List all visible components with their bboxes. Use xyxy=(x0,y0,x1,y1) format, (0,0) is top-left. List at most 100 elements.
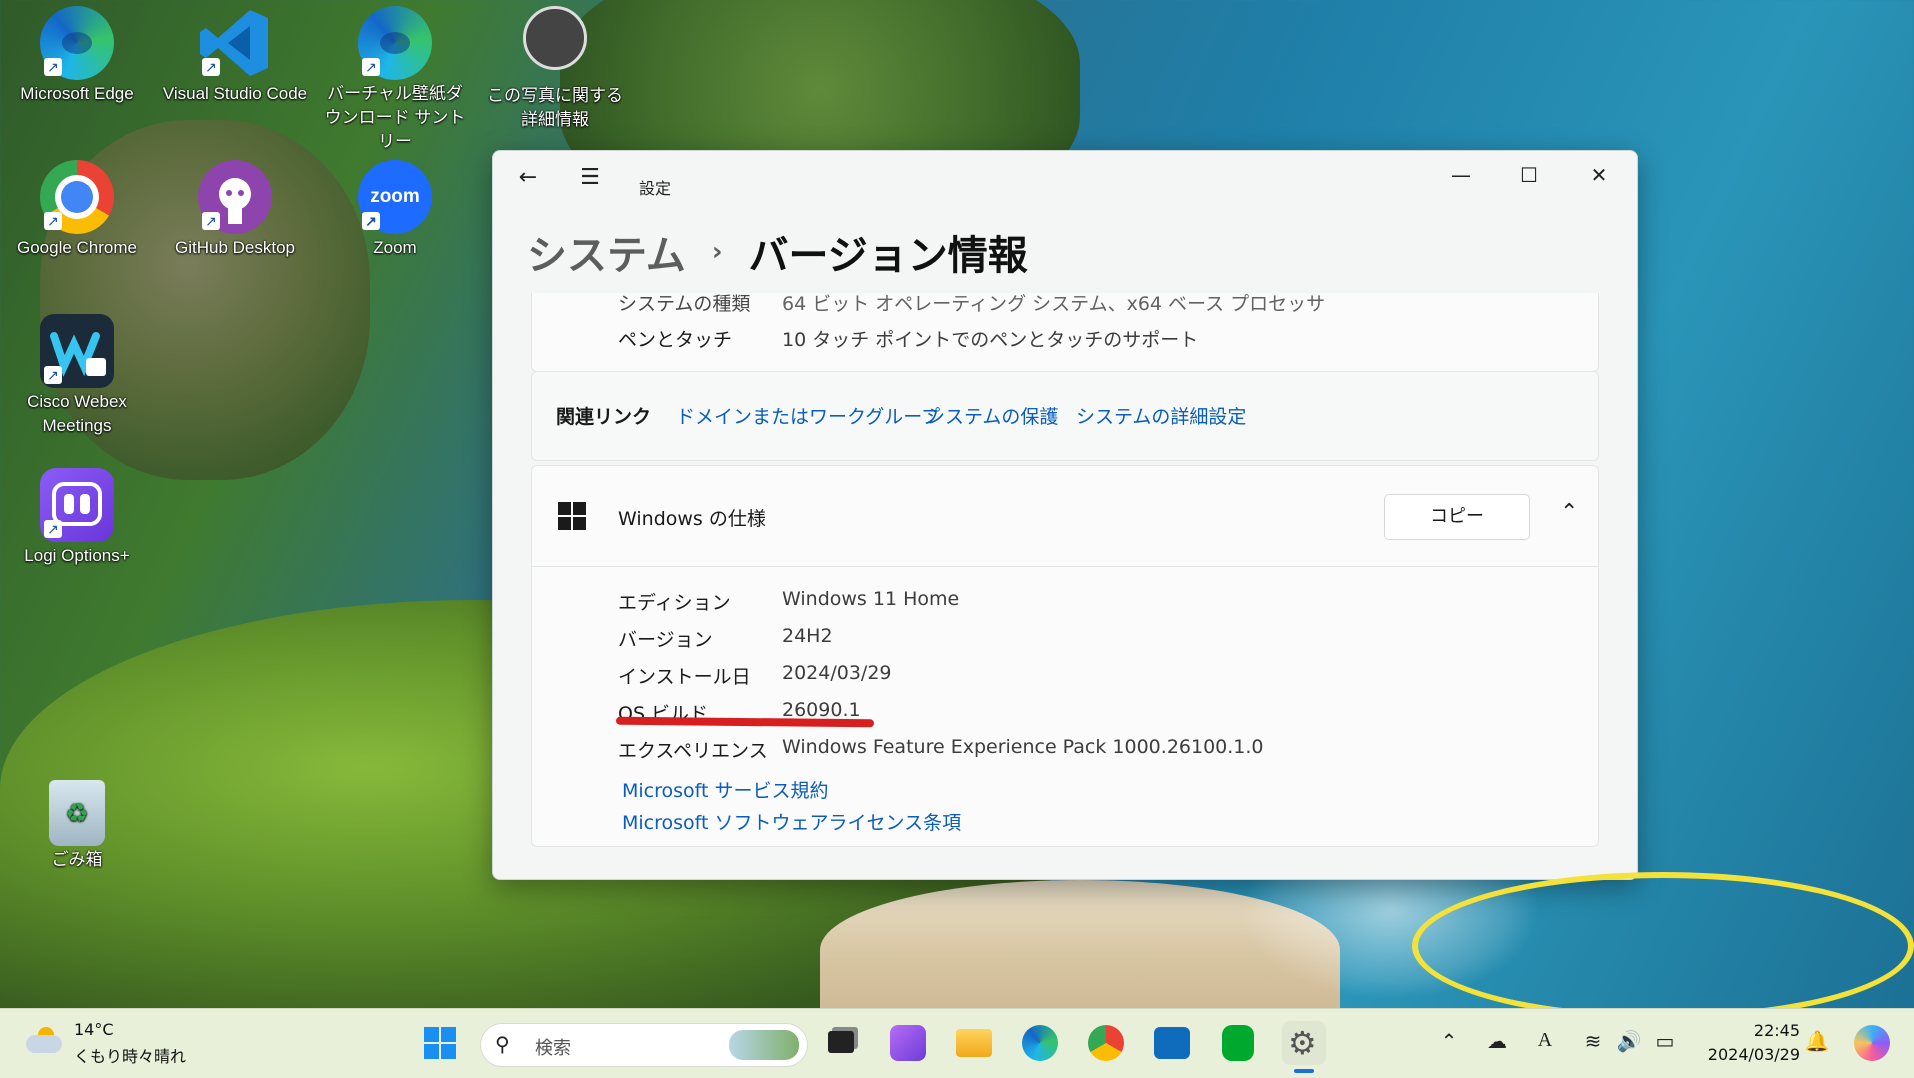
taskbar-copilot[interactable] xyxy=(1850,1021,1894,1065)
related-links-card: 関連リンク ドメインまたはワークグループ システムの保護 システムの詳細設定 xyxy=(531,371,1599,461)
windows-logo-icon xyxy=(558,502,586,530)
taskbar-chrome[interactable] xyxy=(1084,1021,1128,1065)
task-view-icon xyxy=(828,1031,854,1053)
link-domain-workgroup[interactable]: ドメインまたはワークグループ xyxy=(676,402,940,429)
chrome-icon xyxy=(1088,1025,1124,1061)
clock-time[interactable]: 22:45 xyxy=(1748,1021,1800,1040)
spec-value: Windows 11 Home xyxy=(782,588,960,610)
desktop-icon-edge[interactable]: ↗ Microsoft Edge xyxy=(2,6,152,106)
link-system-protection[interactable]: システムの保護 xyxy=(926,402,1058,429)
shortcut-arrow-icon: ↗ xyxy=(362,58,380,76)
shortcut-arrow-icon: ↗ xyxy=(44,366,62,384)
github-icon: ↗ xyxy=(198,160,272,234)
desktop-icon-zoom[interactable]: zoom ↗ Zoom xyxy=(320,160,470,260)
ime-indicator[interactable]: A xyxy=(1530,1029,1560,1052)
desktop-icon-label: Logi Options+ xyxy=(24,546,130,565)
vscode-icon: ↗ xyxy=(198,6,272,80)
desktop-icon-photo-info[interactable]: この写真に関する詳細情報 xyxy=(480,6,630,132)
chevron-up-icon[interactable]: ⌃ xyxy=(1434,1029,1464,1053)
camera-icon xyxy=(523,6,587,70)
svg-text:♻: ♻ xyxy=(65,798,88,828)
settings-window: ← ☰ 設定 — ☐ ✕ システム › バージョン情報 システムの種類 64 ビ… xyxy=(492,150,1638,880)
breadcrumb-parent[interactable]: システム xyxy=(527,223,686,281)
taskbar-settings-active[interactable]: ⚙ xyxy=(1282,1021,1326,1073)
copilot-pre-icon xyxy=(890,1025,926,1061)
spec-value: Windows Feature Experience Pack 1000.261… xyxy=(782,736,1264,758)
shortcut-arrow-icon: ↗ xyxy=(44,212,62,230)
taskbar-copilot-pre[interactable] xyxy=(886,1021,930,1065)
shortcut-arrow-icon: ↗ xyxy=(202,58,220,76)
edge-icon: ↗ xyxy=(40,6,114,80)
folder-icon xyxy=(956,1029,992,1057)
chevron-up-icon[interactable]: ⌃ xyxy=(1560,500,1578,525)
desktop-icon-suntory-wallpaper[interactable]: ↗ バーチャル壁紙ダウンロード サントリー xyxy=(320,6,470,154)
taskbar-evernote[interactable] xyxy=(1216,1021,1260,1065)
spec-label: ペンとタッチ xyxy=(618,329,733,351)
link-services-agreement[interactable]: Microsoft サービス規約 xyxy=(622,776,829,803)
taskbar-edge[interactable] xyxy=(1018,1021,1062,1065)
desktop-icon-label: Cisco Webex Meetings xyxy=(27,392,127,435)
notification-bell-icon[interactable]: 🔔 xyxy=(1802,1029,1832,1053)
start-button[interactable] xyxy=(418,1021,462,1065)
edge-icon xyxy=(1022,1025,1058,1061)
shortcut-arrow-icon: ↗ xyxy=(362,212,380,230)
search-highlight-icon xyxy=(729,1030,799,1060)
taskbar-file-explorer[interactable] xyxy=(952,1021,996,1065)
battery-icon[interactable]: ▭ xyxy=(1650,1029,1680,1053)
spec-value: 2024/03/29 xyxy=(782,662,892,684)
desktop-icon-chrome[interactable]: ↗ Google Chrome xyxy=(2,160,152,260)
wifi-icon[interactable]: ≋ xyxy=(1578,1029,1608,1053)
spec-label: バージョン xyxy=(618,629,713,651)
search-input[interactable]: ⚲ 検索 xyxy=(480,1023,808,1067)
link-license-terms[interactable]: Microsoft ソフトウェアライセンス条項 xyxy=(622,808,961,835)
shortcut-arrow-icon: ↗ xyxy=(202,212,220,230)
desktop-icon-github[interactable]: ↗ GitHub Desktop xyxy=(160,160,310,260)
edge-icon: ↗ xyxy=(358,6,432,80)
windows-spec-header[interactable]: Windows の仕様 コピー ⌃ xyxy=(532,466,1598,567)
desktop-icon-label: Microsoft Edge xyxy=(20,84,134,103)
spec-label: エクスペリエンス xyxy=(618,740,768,762)
desktop-icon-label: Zoom xyxy=(373,238,417,257)
spec-label: システムの種類 xyxy=(618,293,751,315)
desktop-icon-webex[interactable]: ↗ Cisco Webex Meetings xyxy=(2,314,152,438)
maximize-button[interactable]: ☐ xyxy=(1501,157,1557,193)
copy-button[interactable]: コピー xyxy=(1384,494,1530,540)
taskbar-outlook-new[interactable] xyxy=(1150,1021,1194,1065)
windows-spec-title: Windows の仕様 xyxy=(618,508,766,530)
desktop-icon-vscode[interactable]: ↗ Visual Studio Code xyxy=(160,6,310,106)
hamburger-menu-icon[interactable]: ☰ xyxy=(575,163,605,193)
desktop-icon-recycle-bin[interactable]: ♻ ごみ箱 xyxy=(2,780,152,872)
desktop-icon-label: Google Chrome xyxy=(16,238,137,257)
page-title: バージョン情報 xyxy=(748,233,1028,279)
windows-logo-icon xyxy=(424,1027,456,1059)
desktop-icon-label: GitHub Desktop xyxy=(175,238,295,257)
logi-options-icon: ↗ xyxy=(40,468,114,542)
desktop-icon-label: Visual Studio Code xyxy=(162,84,308,103)
recycle-bin-icon: ♻ xyxy=(49,780,105,846)
shortcut-arrow-icon: ↗ xyxy=(44,520,62,538)
close-button[interactable]: ✕ xyxy=(1571,157,1627,193)
back-arrow-icon[interactable]: ← xyxy=(513,163,543,193)
minimize-button[interactable]: — xyxy=(1433,157,1489,193)
windows-spec-card: Windows の仕様 コピー ⌃ エディション Windows 11 Home… xyxy=(531,465,1599,847)
search-icon: ⚲ xyxy=(495,1032,510,1056)
active-indicator xyxy=(1294,1069,1314,1073)
volume-icon[interactable]: 🔊 xyxy=(1614,1029,1644,1053)
zoom-logo-text: zoom xyxy=(370,186,420,207)
taskbar-task-view[interactable] xyxy=(820,1021,864,1065)
link-advanced-system-settings[interactable]: システムの詳細設定 xyxy=(1076,402,1246,429)
onedrive-cloud-icon[interactable]: ☁ xyxy=(1482,1029,1512,1053)
desktop-icon-label: ごみ箱 xyxy=(51,850,103,869)
outlook-icon xyxy=(1154,1027,1190,1059)
clock-date[interactable]: 2024/03/29 xyxy=(1700,1045,1800,1064)
evernote-icon xyxy=(1222,1025,1254,1061)
spec-label: インストール日 xyxy=(618,666,751,688)
desktop-icon-logi-options[interactable]: ↗ Logi Options+ xyxy=(2,468,152,568)
shortcut-arrow-icon: ↗ xyxy=(44,58,62,76)
chrome-icon: ↗ xyxy=(40,160,114,234)
app-title: 設定 xyxy=(639,179,672,198)
zoom-icon: zoom ↗ xyxy=(358,160,432,234)
breadcrumb: システム › バージョン情報 xyxy=(527,223,1028,281)
device-specs-card: システムの種類 64 ビット オペレーティング システム、x64 ベース プロセ… xyxy=(531,293,1599,372)
weather-widget[interactable]: 14°C くもり時々晴れ xyxy=(20,1009,190,1078)
